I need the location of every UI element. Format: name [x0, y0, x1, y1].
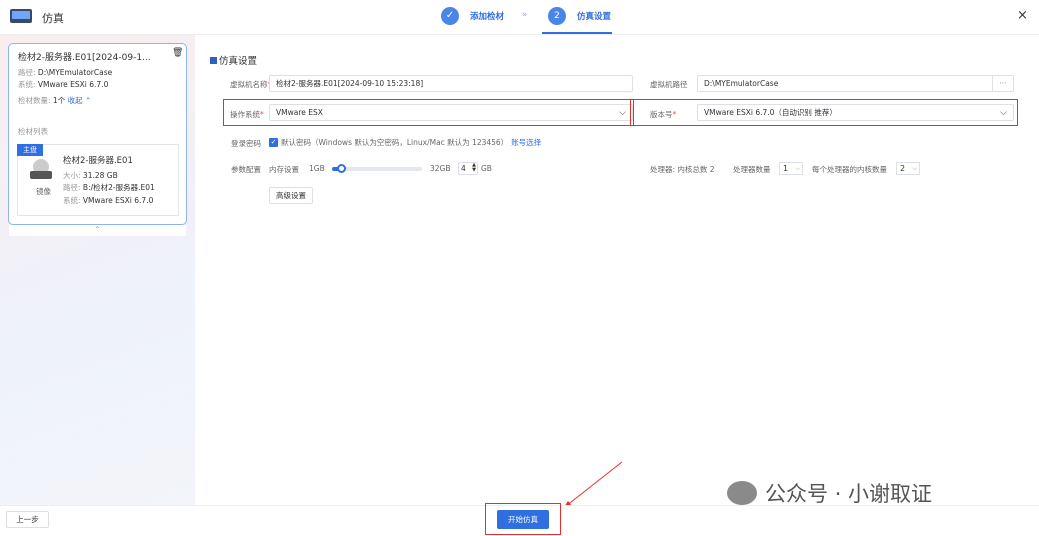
- section-title-text: 仿真设置: [219, 56, 258, 67]
- params-label: 参数配置: [231, 165, 261, 174]
- collapse-toggle[interactable]: ⌃: [9, 225, 186, 236]
- mem-min: 1GB: [309, 164, 325, 173]
- item-path-label: 路径:: [63, 183, 81, 192]
- password-option: 默认密码（Windows 默认为空密码，Linux/Mac 默认为 123456…: [281, 138, 509, 147]
- os-value: VMware ESXi 6.7.0: [37, 80, 109, 89]
- advanced-settings-button[interactable]: 高级设置: [269, 187, 313, 204]
- account-select-link[interactable]: 账号选择: [511, 137, 541, 148]
- default-password-checkbox[interactable]: ✓: [269, 138, 278, 147]
- memory-label: 内存设置: [269, 165, 299, 174]
- section-title: 仿真设置: [210, 53, 257, 67]
- cpu-count-value: 1: [783, 164, 789, 173]
- step-2[interactable]: 2 仿真设置: [548, 7, 611, 25]
- vm-name-label: 虚拟机名称*: [230, 80, 271, 89]
- case-card[interactable]: 检材2-服务器.E01[2024-09-1... 🗑 路径: D:\MYEmul…: [8, 43, 187, 225]
- mem-unit: GB: [481, 164, 492, 173]
- cores-per-value: 2: [900, 164, 906, 173]
- section-icon: [210, 56, 217, 64]
- chevron-down-icon: ⌵: [912, 165, 917, 172]
- step-label: 添加检材: [470, 12, 505, 22]
- item-os-label: 系统:: [63, 196, 81, 205]
- cores-per-label: 每个处理器的内核数量: [812, 165, 887, 174]
- count-label: 检材数量:: [18, 96, 51, 105]
- header: 仿真 ✓ 添加检材 » 2 仿真设置 ×: [0, 0, 1039, 35]
- slider-handle[interactable]: [337, 164, 346, 173]
- os-value: VMware ESX: [276, 108, 323, 117]
- card-title: 检材2-服务器.E01[2024-09-1...: [18, 53, 151, 63]
- cpu-count-select[interactable]: 1 ⌵: [779, 162, 803, 175]
- monitor-icon: [10, 9, 32, 23]
- cpu-cores-text: 处理器: 内核总数 2: [650, 165, 715, 174]
- version-label: 版本号*: [650, 110, 677, 119]
- version-select[interactable]: VMware ESXi 6.7.0（自动识别 推荐） ⌵: [697, 104, 1014, 121]
- chevron-down-icon: ⌵: [1000, 108, 1007, 118]
- watermark: 公众号 · 小谢取证: [727, 478, 932, 508]
- path-label: 路径:: [18, 68, 36, 77]
- version-value: VMware ESXi 6.7.0（自动识别 推荐）: [704, 108, 837, 117]
- step-label: 仿真设置: [577, 12, 612, 22]
- primary-badge: 主盘: [17, 144, 43, 156]
- chevron-down-icon: ⌵: [795, 165, 800, 172]
- collapse-link[interactable]: 收起 ⌃: [68, 96, 92, 105]
- vm-name-input[interactable]: 检材2-服务器.E01[2024-09-10 15:23:18]: [269, 75, 633, 92]
- cpu-count-label: 处理器数量: [733, 165, 771, 174]
- vm-path-value: D:\MYEmulatorCase: [704, 79, 779, 88]
- os-label: 操作系统*: [230, 110, 264, 119]
- watermark-text: 公众号 · 小谢取证: [765, 482, 933, 506]
- item-path: B:/检材2-服务器.E01: [82, 183, 155, 192]
- size-value: 31.28 GB: [82, 171, 118, 180]
- step-number: 2: [548, 7, 566, 25]
- path-value: D:\MYEmulatorCase: [37, 68, 113, 77]
- trash-icon[interactable]: 🗑: [172, 48, 183, 58]
- cores-per-select[interactable]: 2 ⌵: [896, 162, 920, 175]
- count-value: 1个: [52, 96, 66, 105]
- list-label: 检材列表: [18, 127, 48, 136]
- mem-max: 32GB: [430, 164, 451, 173]
- active-step-underline: [542, 32, 612, 34]
- vm-path-input[interactable]: D:\MYEmulatorCase ···: [697, 75, 1014, 92]
- step-separator: »: [522, 10, 528, 20]
- case-item[interactable]: 主盘 镜像 检材2-服务器.E01 大小: 31.28 GB 路径: B:/检材…: [17, 144, 179, 216]
- check-icon: ✓: [441, 7, 459, 25]
- os-label: 系统:: [18, 80, 36, 89]
- os-select[interactable]: VMware ESX ⌵: [269, 104, 633, 121]
- disk-icon: [30, 159, 52, 179]
- memory-stepper[interactable]: 4 ▲ ▼: [458, 162, 478, 175]
- stepper-arrows-icon[interactable]: ▲ ▼: [472, 163, 476, 173]
- wechat-icon: [727, 481, 757, 505]
- prev-button[interactable]: 上一步: [6, 511, 49, 528]
- window-title: 仿真: [42, 12, 64, 25]
- memory-slider[interactable]: [332, 164, 422, 173]
- browse-button[interactable]: ···: [992, 76, 1013, 91]
- vm-path-label: 虚拟机路径: [650, 80, 688, 89]
- chevron-down-icon: ⌵: [619, 108, 626, 118]
- image-type: 镜像: [36, 187, 51, 196]
- item-os: VMware ESXi 6.7.0: [82, 196, 154, 205]
- mem-value: 4: [461, 164, 466, 173]
- close-icon[interactable]: ×: [1017, 8, 1028, 23]
- password-label: 登录密码: [231, 139, 261, 148]
- item-name: 检材2-服务器.E01: [63, 156, 133, 166]
- start-emulation-button[interactable]: 开始仿真: [497, 510, 549, 529]
- step-1[interactable]: ✓ 添加检材: [441, 7, 504, 25]
- size-label: 大小:: [63, 171, 81, 180]
